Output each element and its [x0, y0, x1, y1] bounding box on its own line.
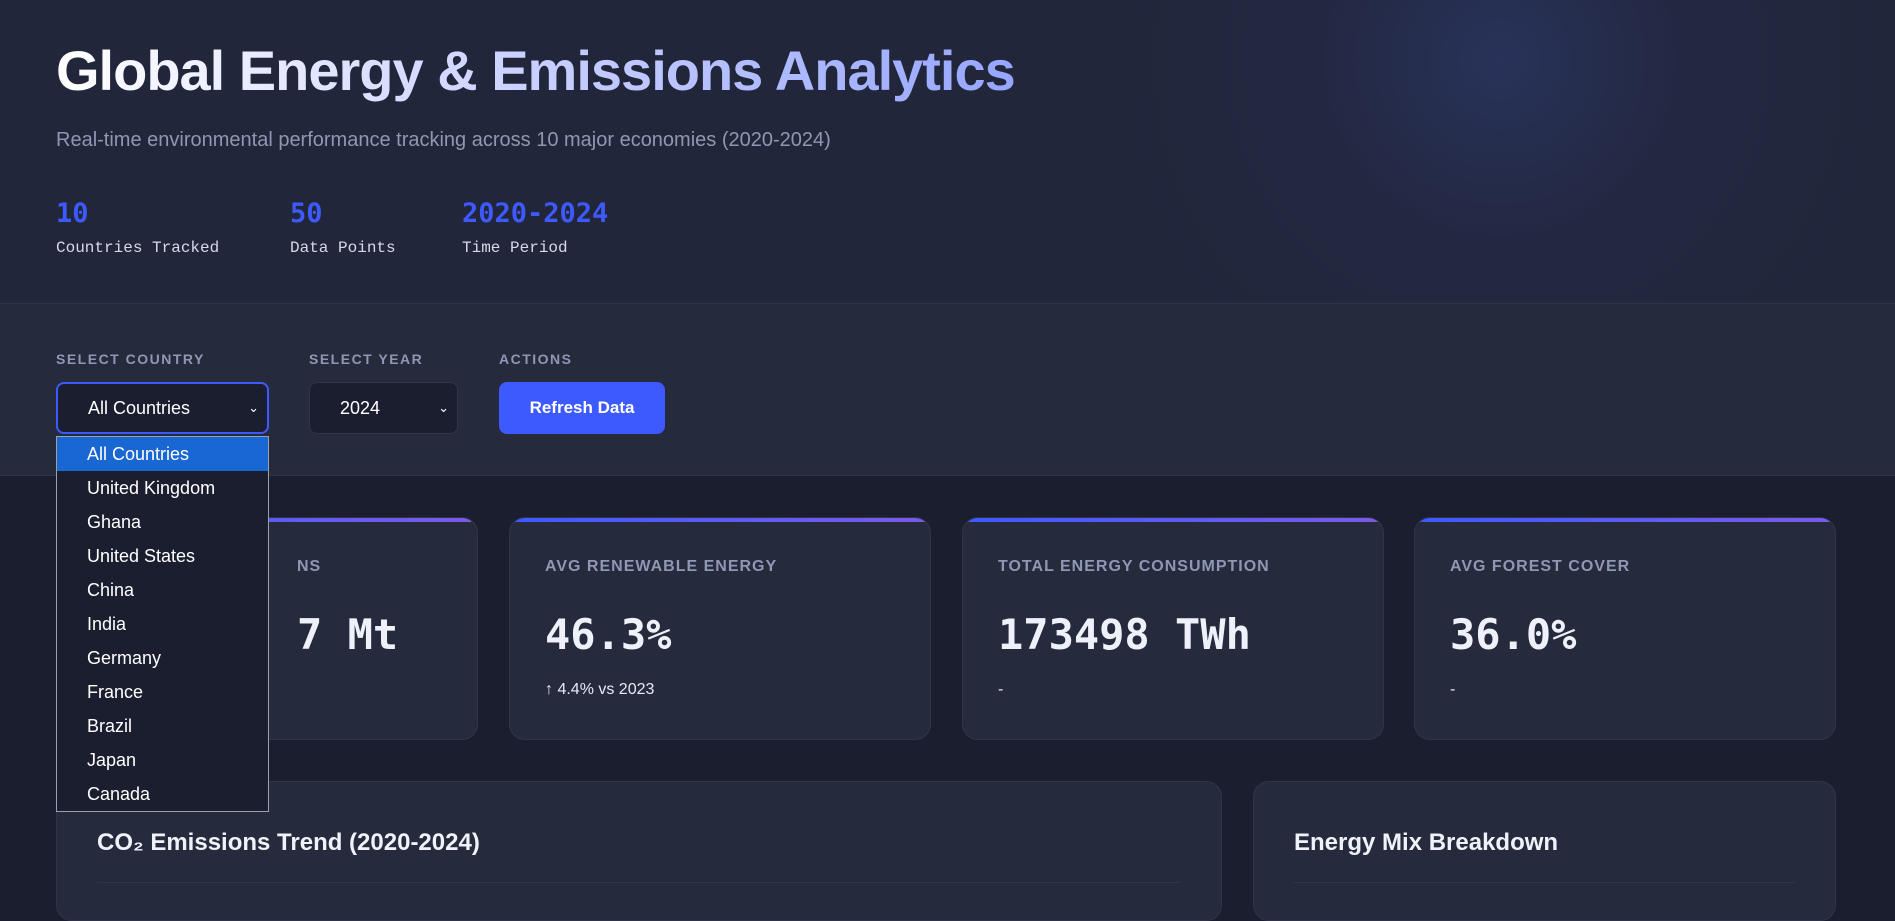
stat-value: 50 [290, 198, 323, 229]
stat-label: Data Points [290, 239, 396, 257]
controls-bar: SELECT COUNTRY SELECT YEAR ACTIONS All C… [0, 304, 1895, 476]
option-united-states[interactable]: United States [57, 539, 268, 573]
country-select-value: All Countries [88, 398, 191, 418]
kpi-card-energy-consumption: TOTAL ENERGY CONSUMPTION 173498 TWh - [962, 517, 1384, 740]
refresh-data-button[interactable]: Refresh Data [499, 382, 665, 434]
energy-mix-panel: Energy Mix Breakdown [1253, 781, 1836, 921]
option-france[interactable]: France [57, 675, 268, 709]
panel-title: Energy Mix Breakdown [1294, 829, 1559, 856]
country-label: SELECT COUNTRY [56, 351, 205, 367]
card-change: - [998, 681, 1004, 698]
page-header: Global Energy & Emissions Analytics Real… [0, 0, 1895, 304]
card-change: ↑ 4.4% vs 2023 [545, 681, 655, 698]
option-india[interactable]: India [57, 607, 268, 641]
year-select[interactable]: 2024 ⌄ [309, 382, 458, 434]
year-select-value: 2024 [340, 398, 381, 418]
card-label: NS [297, 558, 322, 575]
divider [97, 882, 1181, 883]
stat-label: Time Period [462, 239, 568, 257]
kpi-card-renewable: AVG RENEWABLE ENERGY 46.3% ↑ 4.4% vs 202… [509, 517, 931, 740]
stat-time-period: 2020-2024 Time Period [462, 198, 608, 257]
stat-value: 2020-2024 [462, 198, 609, 229]
card-label: TOTAL ENERGY CONSUMPTION [998, 558, 1270, 575]
panel-title: CO₂ Emissions Trend (2020-2024) [97, 829, 480, 856]
card-label: AVG FOREST COVER [1450, 558, 1631, 575]
divider [1294, 882, 1795, 883]
card-value: 7 Mt [297, 610, 399, 659]
option-canada[interactable]: Canada [57, 777, 268, 811]
card-change: - [1450, 681, 1456, 698]
card-accent-bar [963, 518, 1383, 522]
card-accent-bar [1415, 518, 1835, 522]
option-brazil[interactable]: Brazil [57, 709, 268, 743]
stat-label: Countries Tracked [56, 239, 220, 257]
country-select[interactable]: All Countries ⌄ [56, 382, 269, 434]
option-japan[interactable]: Japan [57, 743, 268, 777]
card-value: 46.3% [545, 610, 672, 659]
card-label: AVG RENEWABLE ENERGY [545, 558, 778, 575]
country-dropdown-list: All Countries United Kingdom Ghana Unite… [56, 436, 269, 812]
card-accent-bar [510, 518, 930, 522]
option-ghana[interactable]: Ghana [57, 505, 268, 539]
page-subtitle: Real-time environmental performance trac… [56, 129, 831, 151]
option-china[interactable]: China [57, 573, 268, 607]
kpi-card-forest-cover: AVG FOREST COVER 36.0% - [1414, 517, 1836, 740]
card-value: 173498 TWh [998, 610, 1251, 659]
chevron-down-icon: ⌄ [438, 400, 449, 415]
year-label: SELECT YEAR [309, 351, 424, 367]
stat-value: 10 [56, 198, 89, 229]
chevron-down-icon: ⌄ [248, 400, 259, 415]
page-title: Global Energy & Emissions Analytics [56, 39, 1016, 102]
option-germany[interactable]: Germany [57, 641, 268, 675]
option-united-kingdom[interactable]: United Kingdom [57, 471, 268, 505]
stat-countries: 10 Countries Tracked [56, 198, 219, 257]
card-value: 36.0% [1450, 610, 1577, 659]
option-all-countries[interactable]: All Countries [57, 437, 268, 471]
stat-data-points: 50 Data Points [290, 198, 396, 257]
actions-label: ACTIONS [499, 351, 573, 367]
